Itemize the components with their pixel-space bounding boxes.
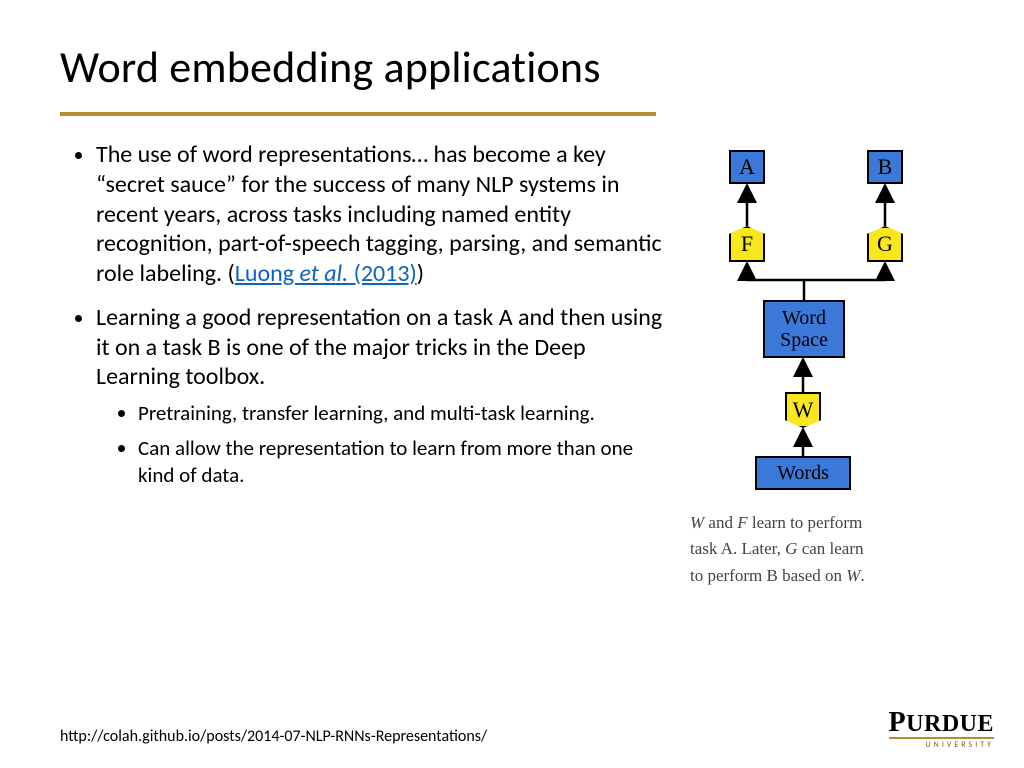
bullet-2: Learning a good representation on a task… — [96, 303, 666, 489]
slide-title: Word embedding applications — [60, 40, 964, 94]
bullet-1: The use of word representations… has bec… — [96, 140, 666, 289]
cap-t3c: . — [860, 566, 864, 585]
bullet-2-text: Learning a good representation on a task… — [96, 303, 662, 392]
node-word-space: Word Space — [763, 300, 845, 358]
citation-link[interactable]: Luong et al. (2013) — [235, 259, 417, 288]
sub-bullet-1: Pretraining, transfer learning, and mult… — [138, 400, 666, 427]
slide-body: The use of word representations… has bec… — [60, 140, 964, 589]
cap-f: F — [737, 513, 747, 532]
cap-w1: W — [690, 513, 704, 532]
node-a: A — [729, 150, 765, 184]
purdue-logo: PURDUE UNIVERSITY — [889, 707, 994, 750]
cap-t3a: to perform B based on — [690, 566, 846, 585]
cap-t2c: can learn — [797, 539, 863, 558]
sub-bullet-2: Can allow the representation to learn fr… — [138, 435, 666, 489]
node-words: Words — [755, 456, 851, 490]
citation-post: (2013) — [348, 259, 417, 288]
cap-t1b: and — [704, 513, 737, 532]
cap-t1d: learn to perform — [748, 513, 863, 532]
title-rule — [60, 112, 656, 116]
bullet-list: The use of word representations… has bec… — [60, 140, 666, 489]
cap-t2a: task A. Later, — [690, 539, 785, 558]
node-b: B — [867, 150, 903, 184]
footer-url: http://colah.github.io/posts/2014-07-NLP… — [60, 727, 487, 746]
slide: Word embedding applications The use of w… — [0, 0, 1024, 768]
bullet-1-text-post: ) — [417, 259, 424, 288]
text-column: The use of word representations… has bec… — [60, 140, 666, 589]
figure-caption: W and F learn to perform task A. Later, … — [686, 504, 946, 589]
citation-em: et al. — [299, 259, 348, 288]
node-w: W — [785, 392, 821, 428]
cap-w2: W — [846, 566, 860, 585]
cap-g: G — [785, 539, 797, 558]
citation-pre: Luong — [235, 259, 300, 288]
sub-bullet-list: Pretraining, transfer learning, and mult… — [96, 400, 666, 489]
node-f: F — [729, 226, 765, 262]
node-g: G — [867, 226, 903, 262]
logo-main: PURDUE — [889, 707, 994, 739]
diagram: A B F G Word Space W Words — [711, 150, 921, 500]
figure-column: A B F G Word Space W Words W and F learn… — [686, 140, 946, 589]
